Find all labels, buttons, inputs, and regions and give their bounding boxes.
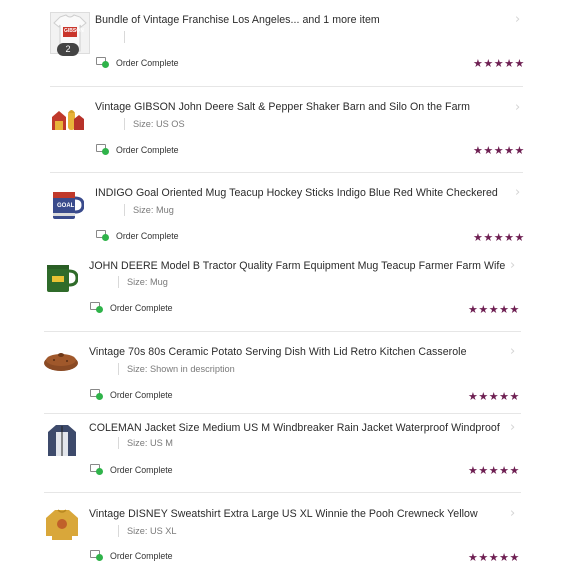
order-status: Order Complete <box>96 144 179 155</box>
order-complete-icon <box>96 230 109 241</box>
status-text: Order Complete <box>110 389 173 400</box>
thumbnail-logo-text: GIBSON <box>64 28 84 34</box>
order-complete-icon <box>90 389 103 400</box>
order-status: Order Complete <box>90 302 173 313</box>
chevron-right-icon[interactable]: › <box>515 100 520 115</box>
item-count-badge: 2 <box>57 43 79 56</box>
order-row[interactable]: COLEMAN Jacket Size Medium US M Windbrea… <box>0 414 580 492</box>
order-status: Order Complete <box>90 389 173 400</box>
chevron-right-icon[interactable]: › <box>510 344 515 359</box>
order-row[interactable]: GOAL INDIGO Goal Oriented Mug Teacup Hoc… <box>0 173 580 248</box>
status-text: Order Complete <box>110 550 173 561</box>
order-status: Order Complete <box>96 230 179 241</box>
product-thumbnail[interactable] <box>44 262 79 296</box>
rating-stars[interactable]: ★★★★★ <box>473 231 525 244</box>
order-status: Order Complete <box>90 550 173 561</box>
order-title[interactable]: JOHN DEERE Model B Tractor Quality Farm … <box>89 260 505 272</box>
status-text: Order Complete <box>110 464 173 475</box>
order-title[interactable]: Vintage GIBSON John Deere Salt & Pepper … <box>95 101 470 113</box>
rating-stars[interactable]: ★★★★★ <box>473 57 525 70</box>
product-thumbnail[interactable] <box>50 107 84 141</box>
item-size: Size: US M <box>127 438 173 448</box>
product-thumbnail[interactable] <box>42 349 80 383</box>
status-text: Order Complete <box>116 144 179 155</box>
order-title[interactable]: Vintage DISNEY Sweatshirt Extra Large US… <box>89 508 478 520</box>
item-size: Size: Shown in description <box>127 364 235 374</box>
order-row[interactable]: Vintage 70s 80s Ceramic Potato Serving D… <box>0 332 580 414</box>
rating-stars[interactable]: ★★★★★ <box>473 144 525 157</box>
order-complete-icon <box>90 464 103 475</box>
order-status: Order Complete <box>90 464 173 475</box>
chevron-right-icon[interactable]: › <box>515 185 520 200</box>
mug-image <box>47 265 79 292</box>
order-title[interactable]: Vintage 70s 80s Ceramic Potato Serving D… <box>89 346 467 358</box>
order-complete-icon <box>90 302 103 313</box>
item-size: Size: US XL <box>127 526 177 536</box>
order-row[interactable]: JOHN DEERE Model B Tractor Quality Farm … <box>0 248 580 331</box>
chevron-right-icon[interactable]: › <box>515 12 520 27</box>
serving-dish-image <box>44 353 78 371</box>
item-size: Size: Mug <box>133 205 174 215</box>
status-text: Order Complete <box>110 302 173 313</box>
order-complete-icon <box>90 550 103 561</box>
order-meta: Size: Mug <box>118 276 168 288</box>
order-title[interactable]: INDIGO Goal Oriented Mug Teacup Hockey S… <box>95 187 498 199</box>
order-row[interactable]: Vintage GIBSON John Deere Salt & Pepper … <box>0 87 580 173</box>
rating-stars[interactable]: ★★★★★ <box>468 303 520 316</box>
chevron-right-icon[interactable]: › <box>510 258 515 273</box>
product-thumbnail[interactable]: GIBSON 2 <box>50 12 90 56</box>
product-thumbnail[interactable]: GOAL <box>50 189 85 223</box>
salt-pepper-shaker-image <box>52 110 84 130</box>
order-meta: Size: Shown in description <box>118 363 235 375</box>
chevron-right-icon[interactable]: › <box>510 506 515 521</box>
status-text: Order Complete <box>116 57 179 68</box>
mug-text: GOAL <box>57 203 75 209</box>
jacket-image <box>48 425 76 456</box>
order-meta: Size: US M <box>118 437 173 449</box>
order-meta: Size: US XL <box>118 525 177 537</box>
status-text: Order Complete <box>116 230 179 241</box>
item-size: Size: US OS <box>133 119 185 129</box>
rating-stars[interactable]: ★★★★★ <box>468 464 520 477</box>
order-complete-icon <box>96 144 109 155</box>
order-meta: Size: US OS <box>124 118 185 130</box>
chevron-right-icon[interactable]: › <box>510 420 515 435</box>
sweatshirt-image <box>46 509 78 540</box>
order-row[interactable]: GIBSON 2 Bundle of Vintage Franchise Los… <box>0 0 580 85</box>
order-complete-icon <box>96 57 109 68</box>
rating-stars[interactable]: ★★★★★ <box>468 551 520 564</box>
order-row[interactable]: Vintage DISNEY Sweatshirt Extra Large US… <box>0 493 580 580</box>
product-thumbnail[interactable] <box>44 508 80 542</box>
order-meta <box>124 31 133 43</box>
order-title[interactable]: Bundle of Vintage Franchise Los Angeles.… <box>95 14 380 26</box>
rating-stars[interactable]: ★★★★★ <box>468 390 520 403</box>
product-thumbnail[interactable] <box>46 422 80 456</box>
order-status: Order Complete <box>96 57 179 68</box>
item-size: Size: Mug <box>127 277 168 287</box>
order-meta: Size: Mug <box>124 204 174 216</box>
order-title[interactable]: COLEMAN Jacket Size Medium US M Windbrea… <box>89 422 500 434</box>
